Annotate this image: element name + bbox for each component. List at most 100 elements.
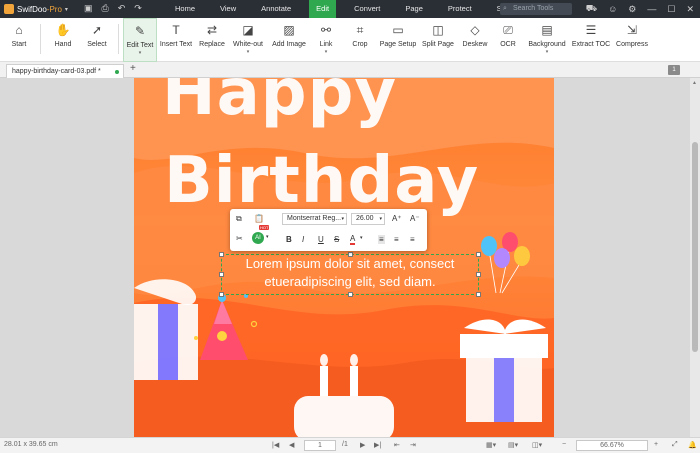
redo-icon[interactable]: ↷ bbox=[134, 3, 142, 14]
minimize-icon[interactable]: — bbox=[647, 4, 656, 14]
resize-handle[interactable] bbox=[219, 252, 224, 257]
split-page-button[interactable]: ◫ Split Page bbox=[422, 18, 454, 62]
resize-handle[interactable] bbox=[476, 272, 481, 277]
search-tools-input[interactable]: ⌕ Search Tools bbox=[500, 3, 572, 15]
menu-page[interactable]: Page bbox=[398, 0, 430, 18]
menu-protect[interactable]: Protect bbox=[441, 0, 479, 18]
last-page-icon[interactable]: ▶| bbox=[374, 441, 381, 449]
close-icon[interactable]: ✕ bbox=[686, 4, 694, 15]
scroll-up-icon[interactable]: ▲ bbox=[692, 80, 697, 86]
scrollbar-thumb[interactable] bbox=[692, 142, 698, 352]
user-icon[interactable]: ☺ bbox=[608, 4, 617, 14]
next-page-icon[interactable]: ▶ bbox=[360, 441, 365, 449]
menu-edit[interactable]: Edit bbox=[309, 0, 337, 18]
background-button[interactable]: ▤ Background ▾ bbox=[528, 18, 566, 62]
maximize-icon[interactable]: ☐ bbox=[667, 4, 675, 15]
menu-annotate[interactable]: Annotate bbox=[254, 0, 298, 18]
resize-handle[interactable] bbox=[348, 292, 353, 297]
underline-icon[interactable]: U bbox=[318, 235, 324, 244]
go-back-icon[interactable]: ⇤ bbox=[394, 441, 400, 449]
app-menu-chevron-icon[interactable]: ▾ bbox=[65, 6, 68, 13]
ocr-button[interactable]: ⎚ OCR bbox=[498, 18, 518, 62]
chevron-down-icon[interactable]: ▾ bbox=[266, 234, 269, 240]
crop-button[interactable]: ⌗ Crop bbox=[349, 18, 371, 62]
notification-icon[interactable]: 🔔 bbox=[688, 441, 697, 449]
page-setup-button[interactable]: ▭ Page Setup bbox=[379, 18, 417, 62]
compress-button[interactable]: ⇲ Compress bbox=[616, 18, 648, 62]
zoom-in-icon[interactable]: + bbox=[654, 441, 658, 448]
font-family-select[interactable]: Montserrat Reg... ▾ bbox=[282, 213, 347, 225]
bold-icon[interactable]: B bbox=[286, 235, 292, 244]
body-text-line-1[interactable]: Lorem ipsum dolor sit amet, consect bbox=[222, 255, 478, 273]
eraser-icon: ◪ bbox=[242, 23, 254, 37]
increase-font-icon[interactable]: A⁺ bbox=[392, 214, 402, 223]
heading-birthday[interactable]: Birthday bbox=[164, 144, 479, 218]
link-button[interactable]: ⚯ Link ▾ bbox=[315, 18, 337, 62]
font-color-icon[interactable]: A bbox=[350, 235, 356, 245]
resize-handle[interactable] bbox=[476, 292, 481, 297]
search-placeholder: Search Tools bbox=[513, 5, 554, 12]
fullscreen-icon[interactable]: ⤢ bbox=[672, 441, 678, 449]
document-canvas[interactable]: Happy Birthday Lorem ipsum dolor sit ame… bbox=[0, 78, 700, 437]
resize-handle[interactable] bbox=[219, 292, 224, 297]
go-forward-icon[interactable]: ⇥ bbox=[410, 441, 416, 449]
deskew-button[interactable]: ◇ Deskew bbox=[462, 18, 488, 62]
fit-page-icon[interactable]: ◫▾ bbox=[532, 441, 542, 449]
add-image-button[interactable]: ▨ Add Image bbox=[271, 18, 307, 62]
crop-icon: ⌗ bbox=[356, 22, 364, 37]
strikethrough-icon[interactable]: S bbox=[334, 235, 339, 244]
page-number-input[interactable]: 1 bbox=[304, 440, 336, 451]
page-layout-icon[interactable]: ▤▾ bbox=[508, 441, 518, 449]
font-family-value: Montserrat Reg... bbox=[287, 215, 342, 222]
split-page-icon: ◫ bbox=[432, 23, 444, 37]
select-button[interactable]: ➚ Select bbox=[84, 18, 110, 62]
document-tabs: happy-birthday-card-03.pdf * + 1 bbox=[0, 62, 700, 78]
undo-icon[interactable]: ↶ bbox=[118, 3, 126, 14]
ai-assistant-button[interactable]: AI bbox=[252, 232, 264, 244]
align-right-icon[interactable]: ≡ bbox=[410, 235, 415, 244]
start-button[interactable]: ⌂ Start bbox=[6, 18, 32, 62]
insert-text-label: Insert Text bbox=[159, 41, 193, 48]
menu-view[interactable]: View bbox=[213, 0, 243, 18]
italic-icon[interactable]: I bbox=[302, 235, 304, 244]
zoom-out-icon[interactable]: − bbox=[562, 441, 566, 448]
cart-icon[interactable]: ⛟ bbox=[586, 3, 597, 15]
vertical-scrollbar[interactable]: ▲ bbox=[690, 78, 700, 437]
heading-happy[interactable]: Happy bbox=[162, 78, 397, 130]
menu-home[interactable]: Home bbox=[168, 0, 202, 18]
cut-icon[interactable]: ✂ bbox=[236, 234, 243, 243]
white-out-button[interactable]: ◪ White-out ▾ bbox=[231, 18, 265, 62]
paste-icon[interactable]: 📋 bbox=[254, 214, 264, 223]
resize-handle[interactable] bbox=[348, 252, 353, 257]
prev-page-icon[interactable]: ◀ bbox=[289, 441, 294, 449]
add-tab-icon[interactable]: + bbox=[130, 63, 136, 74]
replace-button[interactable]: ⇄ Replace bbox=[198, 18, 226, 62]
extract-toc-button[interactable]: ☰ Extract TOC bbox=[572, 18, 610, 62]
copy-icon[interactable]: ⧉ bbox=[236, 214, 242, 224]
align-left-icon[interactable]: ≡ bbox=[378, 235, 385, 244]
chevron-down-icon[interactable]: ▾ bbox=[360, 235, 363, 241]
print-icon[interactable]: ⎙ bbox=[102, 3, 109, 14]
menu-convert[interactable]: Convert bbox=[347, 0, 387, 18]
edit-text-button[interactable]: ✎ Edit Text ▾ bbox=[123, 18, 157, 62]
align-center-icon[interactable]: ≡ bbox=[394, 235, 399, 244]
save-icon[interactable]: ▣ bbox=[84, 3, 93, 14]
page-setup-icon: ▭ bbox=[392, 23, 404, 37]
first-page-icon[interactable]: |◀ bbox=[272, 441, 279, 449]
zoom-level-input[interactable]: 66.67% bbox=[576, 440, 648, 451]
body-text-line-2[interactable]: etueradipiscing elit, sed diam. bbox=[222, 273, 478, 291]
view-mode-icon[interactable]: ▦▾ bbox=[486, 441, 496, 449]
app-logo[interactable]: SwifDoo -Pro ▾ bbox=[0, 4, 78, 14]
insert-text-button[interactable]: T Insert Text bbox=[160, 18, 192, 62]
pdf-page[interactable]: Happy Birthday Lorem ipsum dolor sit ame… bbox=[134, 78, 554, 437]
selected-text-box[interactable]: Lorem ipsum dolor sit amet, consect etue… bbox=[219, 252, 481, 297]
resize-handle[interactable] bbox=[219, 272, 224, 277]
page-setup-label: Page Setup bbox=[379, 41, 417, 48]
hand-button[interactable]: ✋ Hand bbox=[50, 18, 76, 62]
resize-handle[interactable] bbox=[476, 252, 481, 257]
decrease-font-icon[interactable]: A⁻ bbox=[410, 214, 420, 223]
document-tab[interactable]: happy-birthday-card-03.pdf * bbox=[6, 64, 124, 78]
edit-text-icon: ✎ bbox=[134, 24, 146, 38]
settings-icon[interactable]: ⚙ bbox=[628, 4, 636, 15]
font-size-select[interactable]: 26.00 ▾ bbox=[351, 213, 385, 225]
